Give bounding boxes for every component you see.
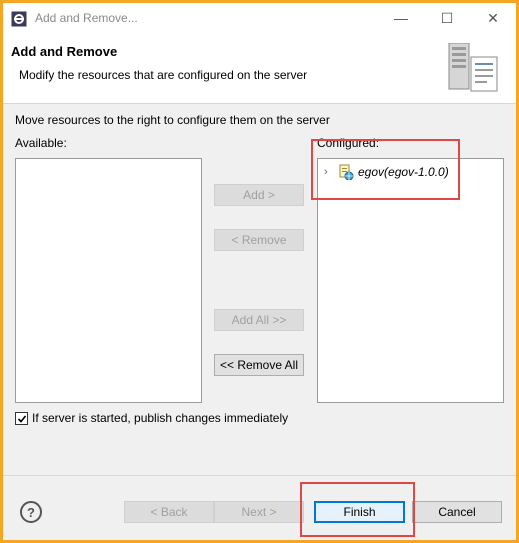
web-module-icon bbox=[339, 164, 354, 180]
expand-chevron-icon[interactable]: › bbox=[324, 166, 336, 178]
dialog-header: Add and Remove Modify the resources that… bbox=[3, 33, 516, 104]
add-button[interactable]: Add > bbox=[214, 184, 304, 206]
help-button[interactable]: ? bbox=[20, 501, 42, 523]
close-button[interactable]: ✕ bbox=[470, 3, 516, 33]
finish-button[interactable]: Finish bbox=[314, 501, 405, 523]
title-bar: Add and Remove... — ☐ ✕ bbox=[3, 3, 516, 33]
next-button[interactable]: Next > bbox=[214, 501, 304, 523]
available-label: Available: bbox=[15, 136, 67, 150]
available-list[interactable] bbox=[15, 158, 202, 403]
add-remove-dialog: Add and Remove... — ☐ ✕ Add and Remove M… bbox=[3, 3, 516, 540]
instruction-text: Move resources to the right to configure… bbox=[15, 113, 330, 127]
add-all-button[interactable]: Add All >> bbox=[214, 309, 304, 331]
header-title: Add and Remove bbox=[11, 44, 118, 59]
publish-immediately-label[interactable]: If server is started, publish changes im… bbox=[32, 411, 288, 425]
close-icon: ✕ bbox=[487, 9, 499, 26]
maximize-icon: ☐ bbox=[440, 9, 454, 26]
eclipse-app-icon bbox=[11, 11, 27, 27]
configured-list[interactable]: › egov(egov-1.0.0) bbox=[317, 158, 504, 403]
server-banner-icon bbox=[448, 43, 498, 92]
minimize-button[interactable]: — bbox=[378, 3, 424, 33]
configured-item[interactable]: › egov(egov-1.0.0) bbox=[324, 164, 449, 180]
header-description: Modify the resources that are configured… bbox=[19, 68, 308, 82]
window-title: Add and Remove... bbox=[35, 11, 138, 25]
remove-all-button[interactable]: << Remove All bbox=[214, 354, 304, 376]
configured-item-label: egov(egov-1.0.0) bbox=[358, 165, 449, 179]
maximize-button[interactable]: ☐ bbox=[424, 3, 470, 33]
help-icon: ? bbox=[27, 504, 35, 520]
checkmark-icon bbox=[17, 414, 26, 423]
back-button[interactable]: < Back bbox=[124, 501, 214, 523]
footer-separator bbox=[3, 475, 516, 476]
remove-button[interactable]: < Remove bbox=[214, 229, 304, 251]
minimize-icon: — bbox=[394, 10, 408, 26]
cancel-button[interactable]: Cancel bbox=[412, 501, 502, 523]
publish-immediately-checkbox[interactable] bbox=[15, 412, 28, 425]
configured-label: Configured: bbox=[317, 136, 380, 150]
